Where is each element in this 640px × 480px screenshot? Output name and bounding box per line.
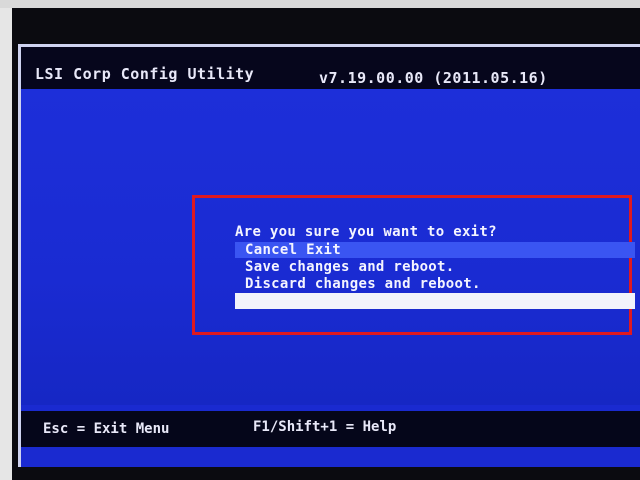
discard-and-reboot-option[interactable]: Discard changes and reboot.	[235, 276, 635, 292]
exit-dialog: Are you sure you want to exit? Cancel Ex…	[192, 195, 635, 335]
photo-frame: LSI Corp Config Utility v7.19.00.00 (201…	[0, 0, 640, 480]
bios-screen: LSI Corp Config Utility v7.19.00.00 (201…	[18, 44, 640, 467]
title-bar: LSI Corp Config Utility v7.19.00.00 (201…	[21, 47, 640, 89]
cancel-exit-option[interactable]: Cancel Exit	[235, 242, 635, 258]
exit-question: Are you sure you want to exit?	[235, 224, 497, 240]
status-bar: Esc = Exit Menu F1/Shift+1 = Help	[21, 411, 640, 447]
selection-bar	[235, 293, 635, 309]
exit-menu-hint: Esc = Exit Menu	[43, 421, 170, 437]
help-hint: F1/Shift+1 = Help	[253, 419, 397, 435]
page-edge	[0, 8, 12, 480]
save-and-reboot-option[interactable]: Save changes and reboot.	[235, 259, 635, 275]
